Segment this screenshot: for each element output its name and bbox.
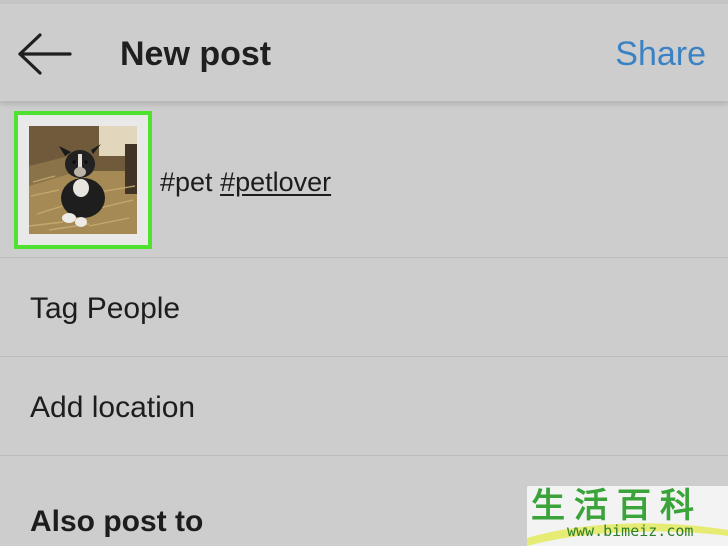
watermark-url: www.bimeiz.com bbox=[567, 522, 694, 540]
back-button[interactable] bbox=[14, 32, 76, 76]
share-button[interactable]: Share bbox=[615, 34, 706, 74]
site-watermark: 生活百科 www.bimeiz.com bbox=[527, 486, 728, 546]
tag-people-label: Tag People bbox=[30, 292, 181, 325]
caption-hashtag-pet: #pet bbox=[160, 167, 221, 197]
add-location-row[interactable]: Add location bbox=[0, 357, 728, 456]
arrow-left-icon bbox=[18, 33, 72, 75]
page-title: New post bbox=[120, 35, 272, 73]
puppy-photo-thumbnail bbox=[29, 126, 137, 234]
post-thumbnail[interactable] bbox=[14, 111, 152, 249]
post-caption[interactable]: #pet #petlover bbox=[160, 165, 331, 199]
add-location-label: Add location bbox=[30, 391, 196, 424]
post-preview-row: #pet #petlover bbox=[0, 102, 728, 258]
app-header: New post Share bbox=[0, 4, 728, 102]
tag-people-row[interactable]: Tag People bbox=[0, 258, 728, 357]
caption-hashtag-petlover[interactable]: #petlover bbox=[220, 167, 331, 197]
watermark-logo-text: 生活百科 bbox=[531, 486, 703, 526]
also-post-to-heading: Also post to bbox=[30, 505, 204, 538]
